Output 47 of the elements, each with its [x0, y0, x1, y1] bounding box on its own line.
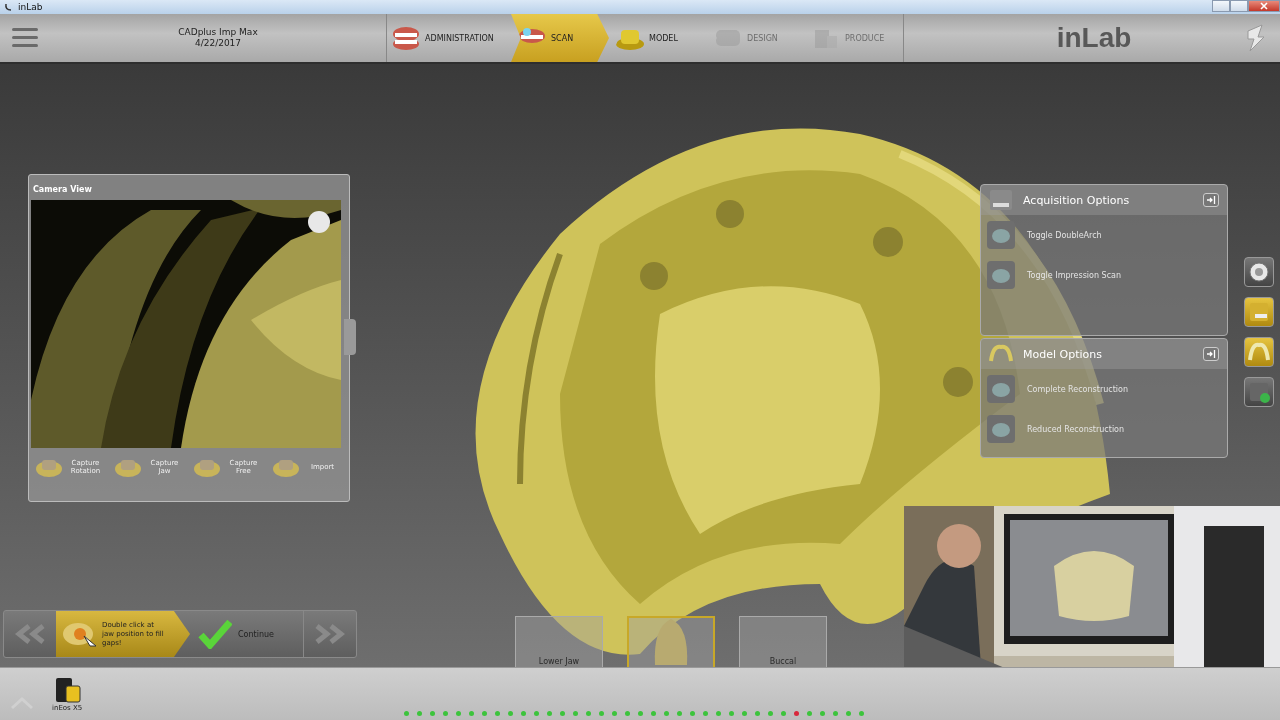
tool-button[interactable] [1244, 377, 1274, 407]
double-chevron-left-icon [13, 624, 47, 644]
app-icon [4, 2, 14, 12]
pin-button[interactable] [1203, 193, 1219, 207]
option-item[interactable]: Reduced Reconstruction [987, 415, 1221, 443]
phase-tab[interactable]: SCAN [511, 14, 609, 62]
dock-icon [1206, 195, 1216, 205]
continue-button[interactable]: Continue [190, 611, 304, 657]
close-icon [1260, 2, 1268, 10]
checkmark-icon [198, 619, 232, 649]
option-item[interactable]: Complete Reconstruction [987, 375, 1221, 403]
minimize-button[interactable] [1212, 0, 1230, 12]
case-name: CADplus Imp Max [178, 27, 258, 38]
implant-marker [716, 200, 744, 228]
dock-icon [1206, 349, 1216, 359]
phase-tab[interactable]: MODEL [609, 14, 707, 62]
option-item[interactable]: Toggle Impression Scan [987, 261, 1221, 289]
option-icon [987, 221, 1015, 249]
panel-title: Camera View [32, 184, 93, 196]
panel-title: Model Options [1023, 347, 1103, 361]
phase-tab[interactable]: ADMINISTRATION [387, 14, 511, 62]
implant-marker [943, 367, 973, 397]
menu-icon [12, 27, 38, 49]
tool-button[interactable] [1244, 297, 1274, 327]
option-icon [987, 415, 1015, 443]
collapse-handle[interactable] [344, 319, 356, 355]
implant-marker [640, 262, 668, 290]
add-image-icon [1247, 380, 1271, 404]
case-date: 4/22/2017 [194, 38, 242, 49]
close-button[interactable] [1248, 0, 1280, 12]
wheel-icon [1247, 260, 1271, 284]
scan-slot[interactable]: Lower Jaw [515, 616, 603, 667]
implant-marker [873, 227, 903, 257]
panel-title: Acquisition Options [1023, 193, 1131, 207]
option-icon [987, 375, 1015, 403]
tool-button[interactable] [1244, 337, 1274, 367]
brand-logo: inLab [1056, 22, 1132, 54]
option-item[interactable]: Toggle DoubleArch [987, 221, 1221, 249]
double-chevron-right-icon [313, 624, 347, 644]
maximize-button[interactable] [1230, 0, 1248, 12]
tool-button[interactable] [1244, 257, 1274, 287]
bolt-icon [1244, 23, 1266, 53]
scan-slot[interactable]: Buccal [739, 616, 827, 667]
phase-icon [391, 24, 421, 52]
option-icon [987, 261, 1015, 289]
pin-button[interactable] [1203, 347, 1219, 361]
window-title: inLab [18, 2, 43, 12]
